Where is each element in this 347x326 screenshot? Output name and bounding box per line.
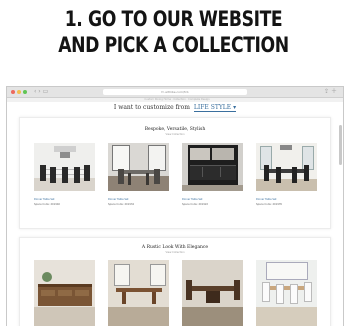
page-scrollbar[interactable] (339, 125, 342, 165)
close-window-icon[interactable] (11, 90, 15, 94)
customizer-prefix: I want to customize from (113, 104, 190, 111)
site-top-strip: Custom Dining Home · Collection · Comple… (7, 98, 343, 102)
back-forward-icon[interactable]: ‹ › ▭ (34, 88, 48, 96)
product-name-link[interactable]: Dinner Table Set (182, 198, 203, 201)
dining-set-image[interactable] (256, 143, 317, 191)
address-bar[interactable]: fc.alltribe.com/fcb (103, 89, 247, 95)
site-top-strip-text: Custom Dining Home · Collection · Comple… (144, 98, 210, 101)
customizer-line: I want to customize from LIFE STYLE ▾ (7, 104, 343, 112)
dining-set-image[interactable] (182, 260, 243, 326)
dining-set-image[interactable] (256, 260, 317, 326)
collection-card: A Rustic Look With Elegance View Collect… (19, 237, 331, 326)
collection-subtitle-link[interactable]: View Collection (20, 251, 330, 254)
product-code: Space Code: 201934 (108, 203, 134, 206)
dining-set-image[interactable] (182, 143, 243, 191)
minimize-window-icon[interactable] (17, 90, 21, 94)
product-name-link[interactable]: Dinner Table Set (256, 198, 277, 201)
customizer-style-dropdown[interactable]: LIFE STYLE ▾ (193, 104, 237, 112)
dining-set-image[interactable] (34, 260, 95, 326)
product-name-link[interactable]: Dinner Table Set (108, 198, 129, 201)
dining-set-image[interactable] (108, 260, 169, 326)
collection-subtitle-link[interactable]: View Collection (20, 133, 330, 136)
browser-window: ‹ › ▭ fc.alltribe.com/fcb ⇪ ＋ Custom Din… (6, 86, 344, 326)
headline-line-1: 1. GO TO OUR WEBSITE (64, 7, 283, 31)
maximize-window-icon[interactable] (23, 90, 27, 94)
share-icon[interactable]: ⇪ ＋ (324, 88, 337, 96)
collection-title: Bespoke, Versatile, Stylish (144, 127, 206, 132)
product-code: Space Code: 201922 (182, 203, 208, 206)
browser-titlebar: ‹ › ▭ fc.alltribe.com/fcb ⇪ ＋ (7, 87, 343, 98)
dining-set-image[interactable] (34, 143, 95, 191)
product-code: Space Code: 201940 (34, 203, 60, 206)
headline-line-2: AND PICK A COLLECTION (58, 33, 289, 57)
customizer-selected-style: LIFE STYLE (193, 104, 232, 111)
collection-card: Bespoke, Versatile, Stylish View Collect… (19, 117, 331, 229)
headline: 1. GO TO OUR WEBSITE AND PICK A COLLECTI… (31, 6, 316, 58)
collection-title: A Rustic Look With Elegance (141, 245, 209, 250)
dining-set-image[interactable] (108, 143, 169, 191)
product-code: Space Code: 201935 (256, 203, 282, 206)
product-name-link[interactable]: Dinner Table Set (34, 198, 55, 201)
